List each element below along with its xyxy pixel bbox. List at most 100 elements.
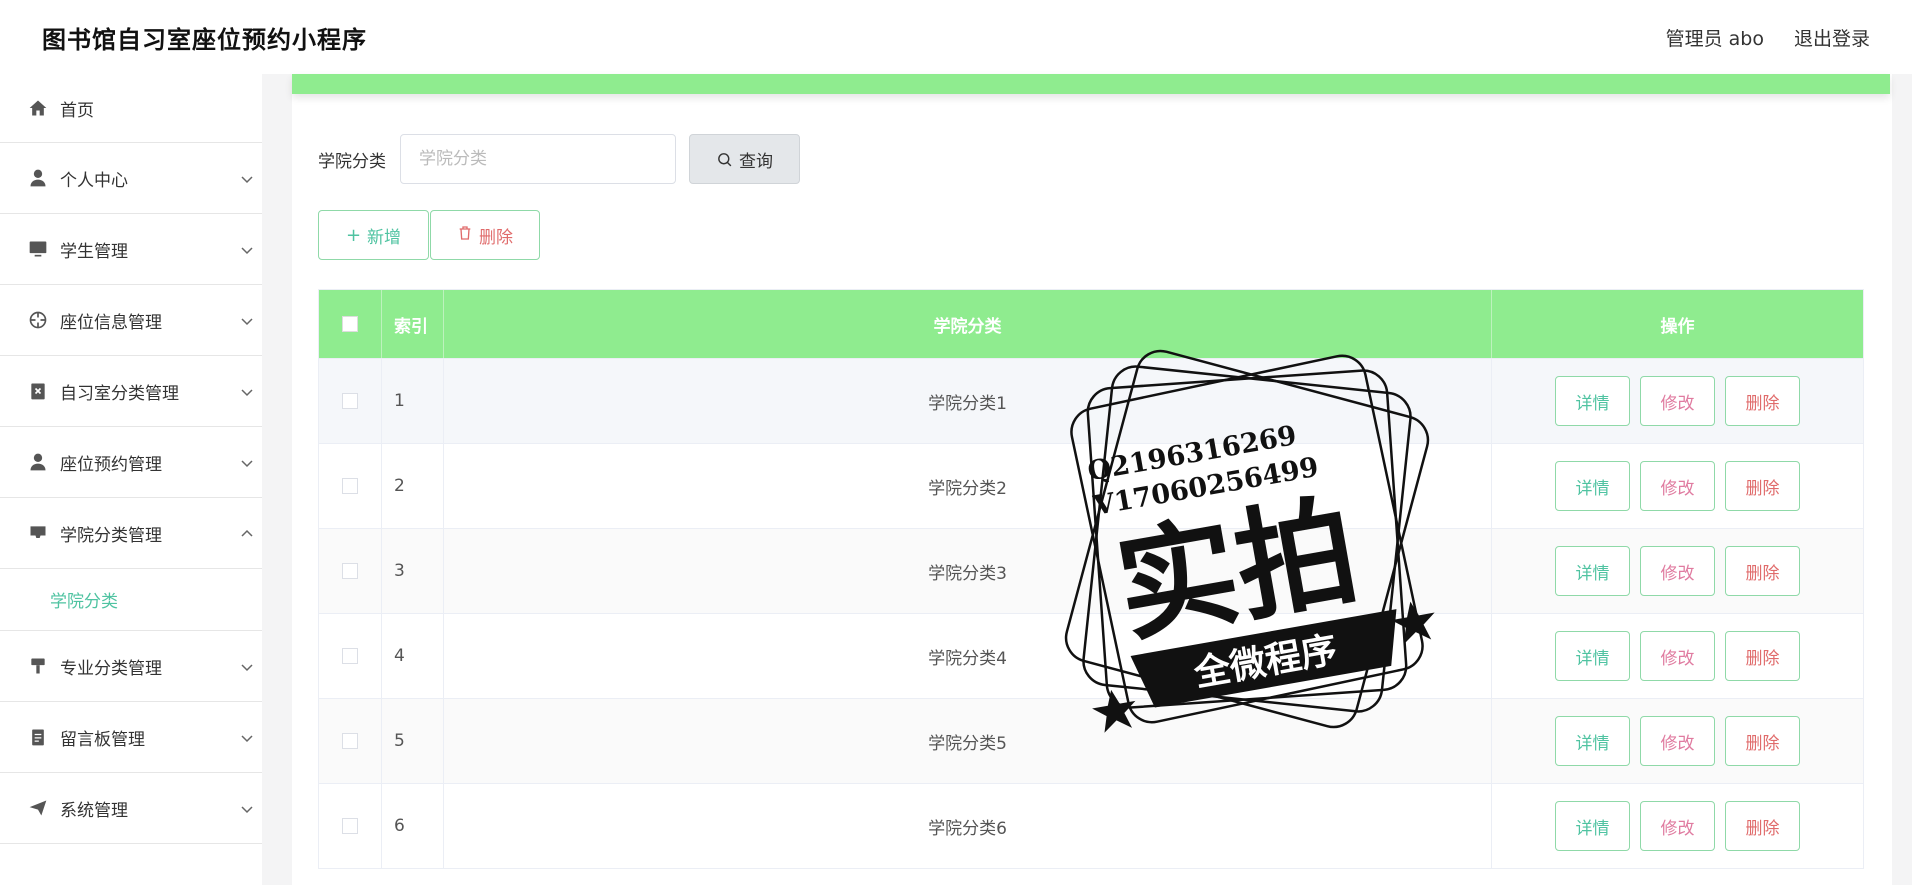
- chevron-down-icon: [240, 455, 254, 469]
- logout-button[interactable]: 退出登录: [1794, 24, 1870, 51]
- row-select-cell[interactable]: [319, 784, 382, 868]
- sidebar-item-label: 自习室分类管理: [60, 383, 179, 404]
- user-icon: [28, 452, 48, 472]
- row-operations: 详情 修改 删除: [1492, 699, 1863, 783]
- row-college-category: 学院分类2: [444, 444, 1492, 528]
- add-button[interactable]: + 新增: [318, 210, 429, 260]
- row-operations: 详情 修改 删除: [1492, 359, 1863, 443]
- row-index: 4: [382, 614, 444, 698]
- edit-button[interactable]: 修改: [1640, 631, 1715, 681]
- top-bar: 图书馆自习室座位预约小程序 管理员 abo 退出登录: [0, 0, 1912, 74]
- sidebar-item-seat-reservation[interactable]: 座位预约管理: [0, 427, 262, 498]
- row-college-category: 学院分类4: [444, 614, 1492, 698]
- detail-button[interactable]: 详情: [1555, 376, 1630, 426]
- chevron-up-icon: [240, 526, 254, 540]
- sidebar-item-personal-center[interactable]: 个人中心: [0, 143, 262, 214]
- chevron-down-icon: [240, 171, 254, 185]
- sidebar-item-college-category[interactable]: 学院分类管理: [0, 498, 262, 569]
- header-select-all[interactable]: [319, 290, 382, 358]
- brush-icon: [28, 656, 48, 676]
- chevron-down-icon: [240, 242, 254, 256]
- sidebar-item-label: 首页: [60, 100, 94, 121]
- detail-button[interactable]: 详情: [1555, 631, 1630, 681]
- sidebar-subitem-college-category[interactable]: 学院分类: [0, 569, 262, 631]
- row-operations: 详情 修改 删除: [1492, 444, 1863, 528]
- header-college-category: 学院分类: [444, 290, 1492, 358]
- monitor-icon: [28, 239, 48, 259]
- edit-button[interactable]: 修改: [1640, 376, 1715, 426]
- delete-button[interactable]: 删除: [1725, 376, 1800, 426]
- row-operations: 详情 修改 删除: [1492, 784, 1863, 868]
- college-category-table: 索引 学院分类 操作 1 学院分类1 详情 修改 删除 2 学院分类2 详情 修改 删除 3 学院分类…: [318, 289, 1864, 869]
- plus-icon: +: [345, 224, 362, 246]
- delete-button[interactable]: 删除: [1725, 716, 1800, 766]
- detail-button[interactable]: 详情: [1555, 716, 1630, 766]
- row-select-cell[interactable]: [319, 699, 382, 783]
- sidebar-item-study-room-category[interactable]: 自习室分类管理: [0, 356, 262, 427]
- detail-button[interactable]: 详情: [1555, 461, 1630, 511]
- edit-button[interactable]: 修改: [1640, 801, 1715, 851]
- clipboard-icon: [28, 381, 48, 401]
- table-header: 索引 学院分类 操作: [319, 290, 1863, 358]
- top-right-actions: 管理员 abo 退出登录: [1666, 24, 1870, 51]
- edit-button[interactable]: 修改: [1640, 546, 1715, 596]
- row-operations: 详情 修改 删除: [1492, 614, 1863, 698]
- row-select-cell[interactable]: [319, 359, 382, 443]
- sidebar-item-home[interactable]: 首页: [0, 74, 262, 143]
- send-icon: [28, 798, 48, 818]
- table-row: 4 学院分类4 详情 修改 删除: [319, 613, 1863, 698]
- sidebar: 首页 个人中心 学生管理 座位信息管理 自习室分类管理 座位预约管理 学院分类管…: [0, 74, 262, 885]
- select-all-checkbox[interactable]: [342, 316, 358, 332]
- row-select-cell[interactable]: [319, 529, 382, 613]
- home-icon: [28, 98, 48, 118]
- row-checkbox[interactable]: [342, 818, 358, 834]
- row-select-cell[interactable]: [319, 614, 382, 698]
- chevron-down-icon: [240, 801, 254, 815]
- row-checkbox[interactable]: [342, 563, 358, 579]
- sidebar-item-major-category[interactable]: 专业分类管理: [0, 631, 262, 702]
- main-content: 学院分类 查询 + 新增 删除 索引 学院分类 操作 1学院分类1详情修改删除2…: [292, 74, 1892, 885]
- row-select-cell[interactable]: [319, 444, 382, 528]
- sidebar-item-seat-info-management[interactable]: 座位信息管理: [0, 285, 262, 356]
- table-body: 1 学院分类1 详情 修改 删除 2 学院分类2 详情 修改 删除 3 学院分类3 详情 修改 删除 4 学院分…: [319, 358, 1863, 868]
- row-index: 1: [382, 359, 444, 443]
- sidebar-item-message-board[interactable]: 留言板管理: [0, 702, 262, 773]
- delete-button[interactable]: 删除: [1725, 801, 1800, 851]
- table-row: 6 学院分类6 详情 修改 删除: [319, 783, 1863, 868]
- sidebar-item-label: 学生管理: [60, 241, 128, 262]
- row-index: 5: [382, 699, 444, 783]
- delete-button[interactable]: 删除: [1725, 546, 1800, 596]
- search-label: 学院分类: [318, 151, 386, 172]
- trash-icon: [457, 225, 473, 246]
- detail-button[interactable]: 详情: [1555, 546, 1630, 596]
- header-operations: 操作: [1660, 316, 1695, 337]
- edit-button[interactable]: 修改: [1640, 461, 1715, 511]
- row-checkbox[interactable]: [342, 478, 358, 494]
- row-index: 2: [382, 444, 444, 528]
- app-title: 图书馆自习室座位预约小程序: [42, 25, 367, 54]
- chevron-down-icon: [240, 384, 254, 398]
- sidebar-item-label: 座位预约管理: [60, 454, 162, 475]
- row-checkbox[interactable]: [342, 393, 358, 409]
- edit-button[interactable]: 修改: [1640, 716, 1715, 766]
- row-checkbox[interactable]: [342, 648, 358, 664]
- sidebar-item-system-management[interactable]: 系统管理: [0, 773, 262, 844]
- admin-user-label[interactable]: 管理员 abo: [1666, 24, 1764, 51]
- detail-button[interactable]: 详情: [1555, 801, 1630, 851]
- sidebar-item-student-management[interactable]: 学生管理: [0, 214, 262, 285]
- row-college-category: 学院分类6: [444, 784, 1492, 868]
- row-college-category: 学院分类1: [444, 359, 1492, 443]
- action-bar: + 新增 删除: [318, 210, 540, 260]
- sidebar-item-label: 专业分类管理: [60, 658, 162, 679]
- college-category-search-input[interactable]: [400, 134, 676, 184]
- top-banner-strip: [292, 74, 1890, 94]
- delete-button[interactable]: 删除: [1725, 461, 1800, 511]
- row-checkbox[interactable]: [342, 733, 358, 749]
- delete-button[interactable]: 删除: [1725, 631, 1800, 681]
- document-icon: [28, 727, 48, 747]
- row-index: 6: [382, 784, 444, 868]
- search-bar: 学院分类 查询: [318, 134, 800, 184]
- chevron-down-icon: [240, 730, 254, 744]
- batch-delete-button[interactable]: 删除: [430, 210, 540, 260]
- query-button[interactable]: 查询: [689, 134, 800, 184]
